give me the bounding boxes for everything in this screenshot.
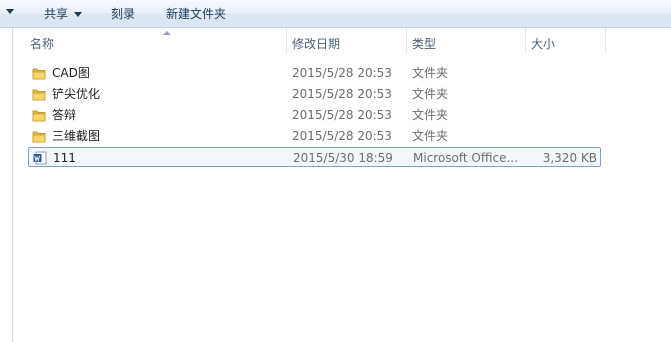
word-document-icon bbox=[33, 151, 47, 165]
command-bar: 共享 刻录 新建文件夹 bbox=[0, 0, 671, 28]
column-divider[interactable] bbox=[605, 28, 606, 54]
column-header-type[interactable]: 类型 bbox=[412, 36, 436, 52]
file-name: 111 bbox=[53, 151, 76, 165]
file-modified-date: 2015/5/28 20:53 bbox=[292, 87, 392, 101]
column-divider[interactable] bbox=[525, 28, 526, 54]
file-type: 文件夹 bbox=[412, 108, 449, 122]
file-row[interactable]: 铲尖优化 2015/5/28 20:53 文件夹 bbox=[28, 84, 601, 104]
column-header-modified[interactable]: 修改日期 bbox=[292, 36, 340, 52]
file-name: 答辩 bbox=[52, 108, 77, 122]
column-headers: 名称 修改日期 类型 大小 bbox=[13, 28, 671, 58]
file-modified-date: 2015/5/28 20:53 bbox=[292, 66, 392, 80]
new-folder-button[interactable]: 新建文件夹 bbox=[166, 6, 226, 22]
file-row[interactable]: CAD图 2015/5/28 20:53 文件夹 bbox=[28, 63, 601, 83]
share-button[interactable]: 共享 bbox=[44, 6, 83, 22]
navigation-pane-border bbox=[12, 28, 13, 342]
file-name: 铲尖优化 bbox=[52, 87, 101, 101]
file-modified-date: 2015/5/28 20:53 bbox=[292, 129, 392, 143]
folder-icon bbox=[32, 66, 46, 80]
file-type: 文件夹 bbox=[412, 87, 449, 101]
share-button-label: 共享 bbox=[44, 7, 69, 21]
file-name: 三维截图 bbox=[52, 129, 101, 143]
file-row[interactable]: 三维截图 2015/5/28 20:53 文件夹 bbox=[28, 126, 601, 146]
file-type: 文件夹 bbox=[412, 66, 449, 80]
file-type: 文件夹 bbox=[412, 129, 449, 143]
folder-icon bbox=[32, 108, 46, 122]
folder-icon bbox=[32, 129, 46, 143]
organize-dropdown-arrow-icon[interactable] bbox=[6, 9, 14, 14]
file-row[interactable]: 111 2015/5/30 18:59 Microsoft Office... 3,3… bbox=[28, 147, 601, 167]
chevron-down-icon bbox=[74, 12, 83, 17]
file-name: CAD图 bbox=[52, 66, 90, 80]
column-header-name[interactable]: 名称 bbox=[30, 36, 54, 52]
folder-icon bbox=[32, 87, 46, 101]
column-header-size[interactable]: 大小 bbox=[531, 36, 555, 52]
file-size: 3,320 KB bbox=[542, 151, 597, 165]
file-modified-date: 2015/5/28 20:53 bbox=[292, 108, 392, 122]
file-modified-date: 2015/5/30 18:59 bbox=[293, 151, 393, 165]
column-divider[interactable] bbox=[286, 28, 287, 54]
file-type: Microsoft Office... bbox=[413, 151, 518, 165]
file-row[interactable]: 答辩 2015/5/28 20:53 文件夹 bbox=[28, 105, 601, 125]
sort-ascending-icon bbox=[163, 31, 171, 35]
column-divider[interactable] bbox=[406, 28, 407, 54]
burn-button[interactable]: 刻录 bbox=[111, 6, 135, 22]
